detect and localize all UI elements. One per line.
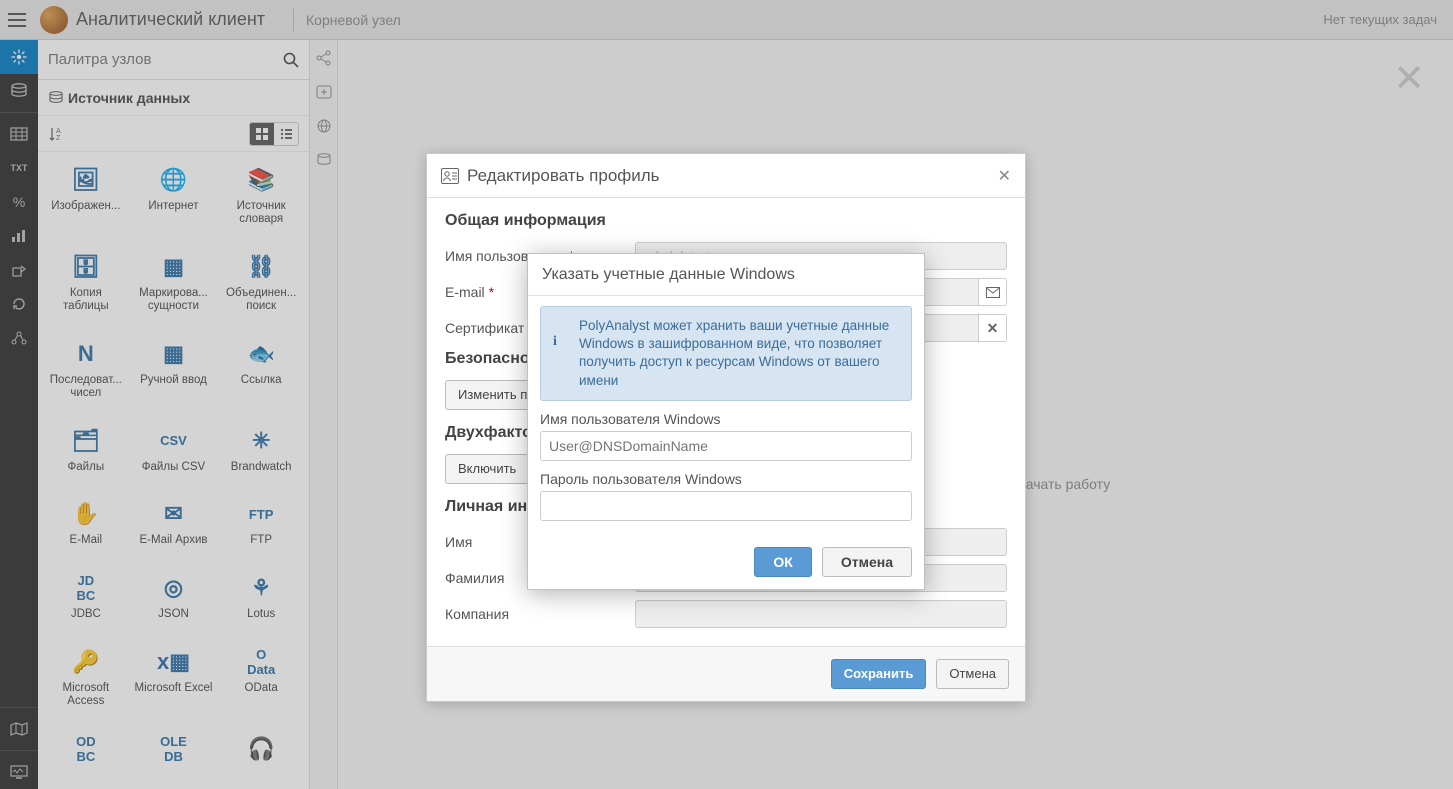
- cancel-button[interactable]: Отмена: [822, 547, 912, 577]
- enable-2fa-button[interactable]: Включить: [445, 454, 529, 484]
- save-button[interactable]: Сохранить: [831, 659, 927, 689]
- info-text: PolyAnalyst может хранить ваши учетные д…: [579, 318, 889, 388]
- label-company: Компания: [445, 606, 635, 622]
- clear-cert-icon[interactable]: ✕: [979, 314, 1007, 342]
- win-username-input[interactable]: [540, 431, 912, 461]
- info-box: i PolyAnalyst может хранить ваши учетные…: [540, 306, 912, 401]
- edit-dialog-close-icon[interactable]: ✕: [998, 166, 1011, 186]
- win-dialog-title: Указать учетные данные Windows: [528, 254, 924, 296]
- section-general: Общая информация: [445, 212, 1007, 230]
- email-icon[interactable]: [979, 278, 1007, 306]
- win-password-input[interactable]: [540, 491, 912, 521]
- company-field[interactable]: [635, 600, 1007, 628]
- edit-dialog-title: Редактировать профиль: [467, 166, 660, 186]
- cancel-edit-button[interactable]: Отмена: [936, 659, 1009, 689]
- ok-button[interactable]: ОК: [754, 547, 811, 577]
- label-win-user: Имя пользователя Windows: [540, 411, 912, 427]
- edit-dialog-header: Редактировать профиль ✕: [427, 154, 1025, 198]
- windows-creds-dialog: Указать учетные данные Windows i PolyAna…: [527, 253, 925, 590]
- info-icon: i: [553, 333, 557, 352]
- change-password-button[interactable]: Изменить п: [445, 380, 540, 410]
- profile-icon: [441, 168, 459, 184]
- label-win-password: Пароль пользователя Windows: [540, 471, 912, 487]
